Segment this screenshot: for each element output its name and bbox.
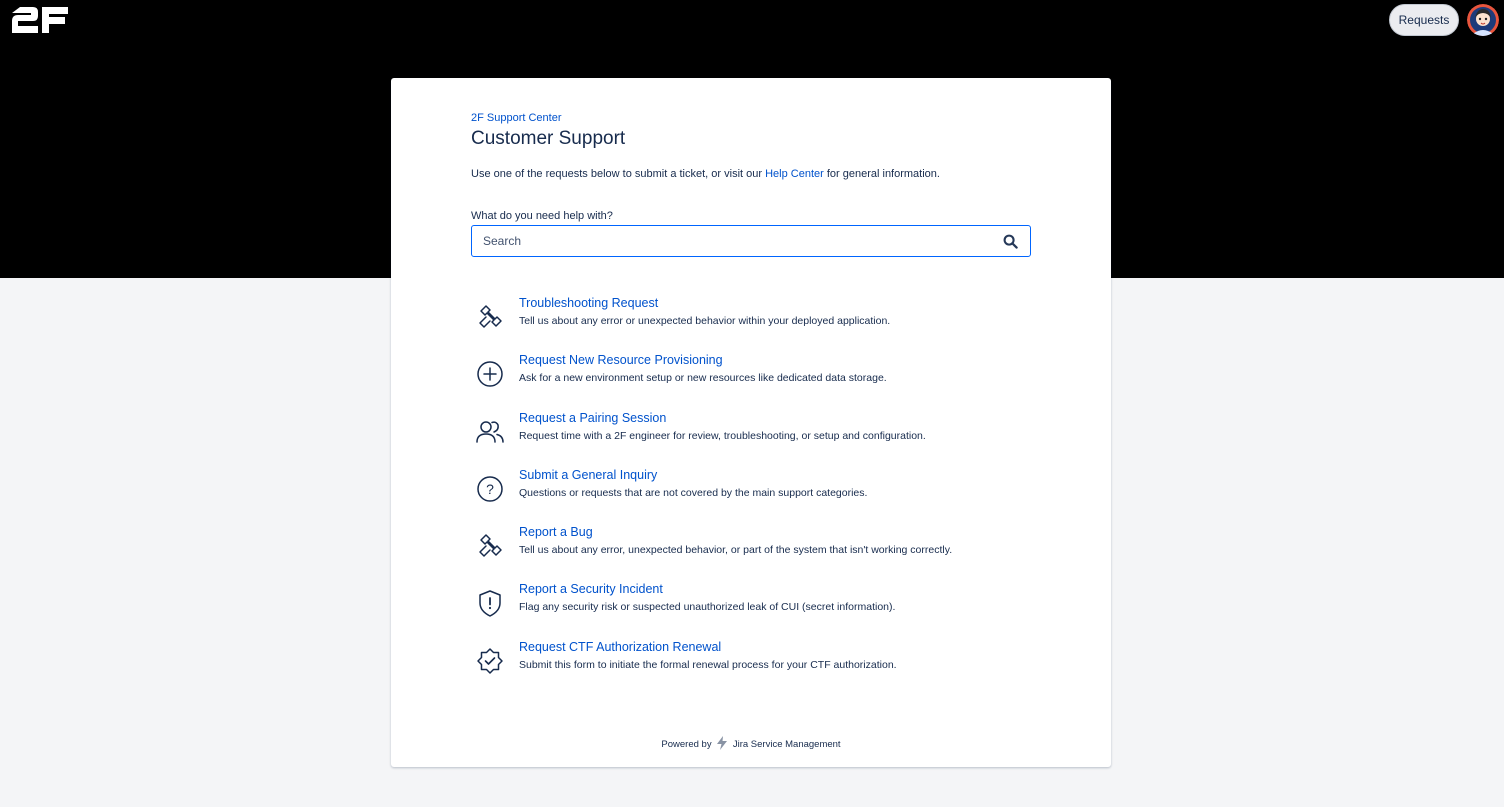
svg-text:?: ? <box>486 481 494 497</box>
request-type-resource-provisioning[interactable]: Request New Resource Provisioning Ask fo… <box>471 353 1031 410</box>
powered-by-label: Powered by <box>661 739 712 750</box>
request-type-troubleshooting[interactable]: Troubleshooting Request Tell us about an… <box>471 296 1031 353</box>
badge-check-icon <box>475 646 505 676</box>
request-type-title[interactable]: Request CTF Authorization Renewal <box>519 640 721 654</box>
intro-text-before: Use one of the requests below to submit … <box>471 168 766 180</box>
portal-card: 2F Support Center Customer Support Use o… <box>391 78 1111 767</box>
plus-circle-icon <box>475 359 505 389</box>
request-type-description: Submit this form to initiate the formal … <box>519 658 897 671</box>
powered-by: Powered by Jira Service Management <box>391 736 1111 750</box>
request-type-ctf-renewal[interactable]: Request CTF Authorization Renewal Submit… <box>471 640 1031 697</box>
request-type-description: Flag any security risk or suspected unau… <box>519 601 896 614</box>
people-icon <box>475 417 505 447</box>
request-type-list: Troubleshooting Request Tell us about an… <box>471 296 1031 697</box>
request-type-pairing-session[interactable]: Request a Pairing Session Request time w… <box>471 411 1031 468</box>
request-type-title[interactable]: Report a Security Incident <box>519 582 663 596</box>
request-type-title[interactable]: Request a Pairing Session <box>519 411 666 425</box>
request-type-security-incident[interactable]: Report a Security Incident Flag any secu… <box>471 582 1031 639</box>
request-type-description: Tell us about any error, unexpected beha… <box>519 544 953 557</box>
intro-text-after: for general information. <box>823 168 940 180</box>
wrench-icon <box>475 531 505 561</box>
request-type-description: Questions or requests that are not cover… <box>519 486 868 499</box>
avatar-icon <box>1467 4 1499 36</box>
intro-text: Use one of the requests below to submit … <box>471 168 940 180</box>
request-type-description: Ask for a new environment setup or new r… <box>519 372 887 385</box>
wrench-icon <box>475 302 505 332</box>
request-type-title[interactable]: Submit a General Inquiry <box>519 468 657 482</box>
jira-bolt-icon <box>717 736 728 750</box>
jira-service-management-link[interactable]: Jira Service Management <box>733 739 841 750</box>
page-title: Customer Support <box>471 128 626 149</box>
request-type-report-bug[interactable]: Report a Bug Tell us about any error, un… <box>471 525 1031 582</box>
brand-logo[interactable] <box>11 4 69 36</box>
help-center-link[interactable]: Help Center <box>765 168 824 180</box>
request-type-description: Request time with a 2F engineer for revi… <box>519 429 926 442</box>
requests-button[interactable]: Requests <box>1389 4 1459 36</box>
search-icon[interactable] <box>1003 234 1018 249</box>
request-type-title[interactable]: Report a Bug <box>519 525 593 539</box>
search-label: What do you need help with? <box>471 210 613 222</box>
search-field[interactable] <box>471 225 1031 257</box>
request-type-general-inquiry[interactable]: ? Submit a General Inquiry Questions or … <box>471 468 1031 525</box>
request-type-description: Tell us about any error or unexpected be… <box>519 315 891 327</box>
request-type-title[interactable]: Troubleshooting Request <box>519 296 658 310</box>
logo-2f-icon <box>12 7 68 33</box>
request-type-title[interactable]: Request New Resource Provisioning <box>519 353 723 367</box>
question-circle-icon: ? <box>475 474 505 504</box>
shield-alert-icon <box>475 588 505 618</box>
user-avatar[interactable] <box>1467 4 1499 36</box>
breadcrumb-help-center[interactable]: 2F Support Center <box>471 112 562 124</box>
search-input[interactable] <box>472 226 992 256</box>
